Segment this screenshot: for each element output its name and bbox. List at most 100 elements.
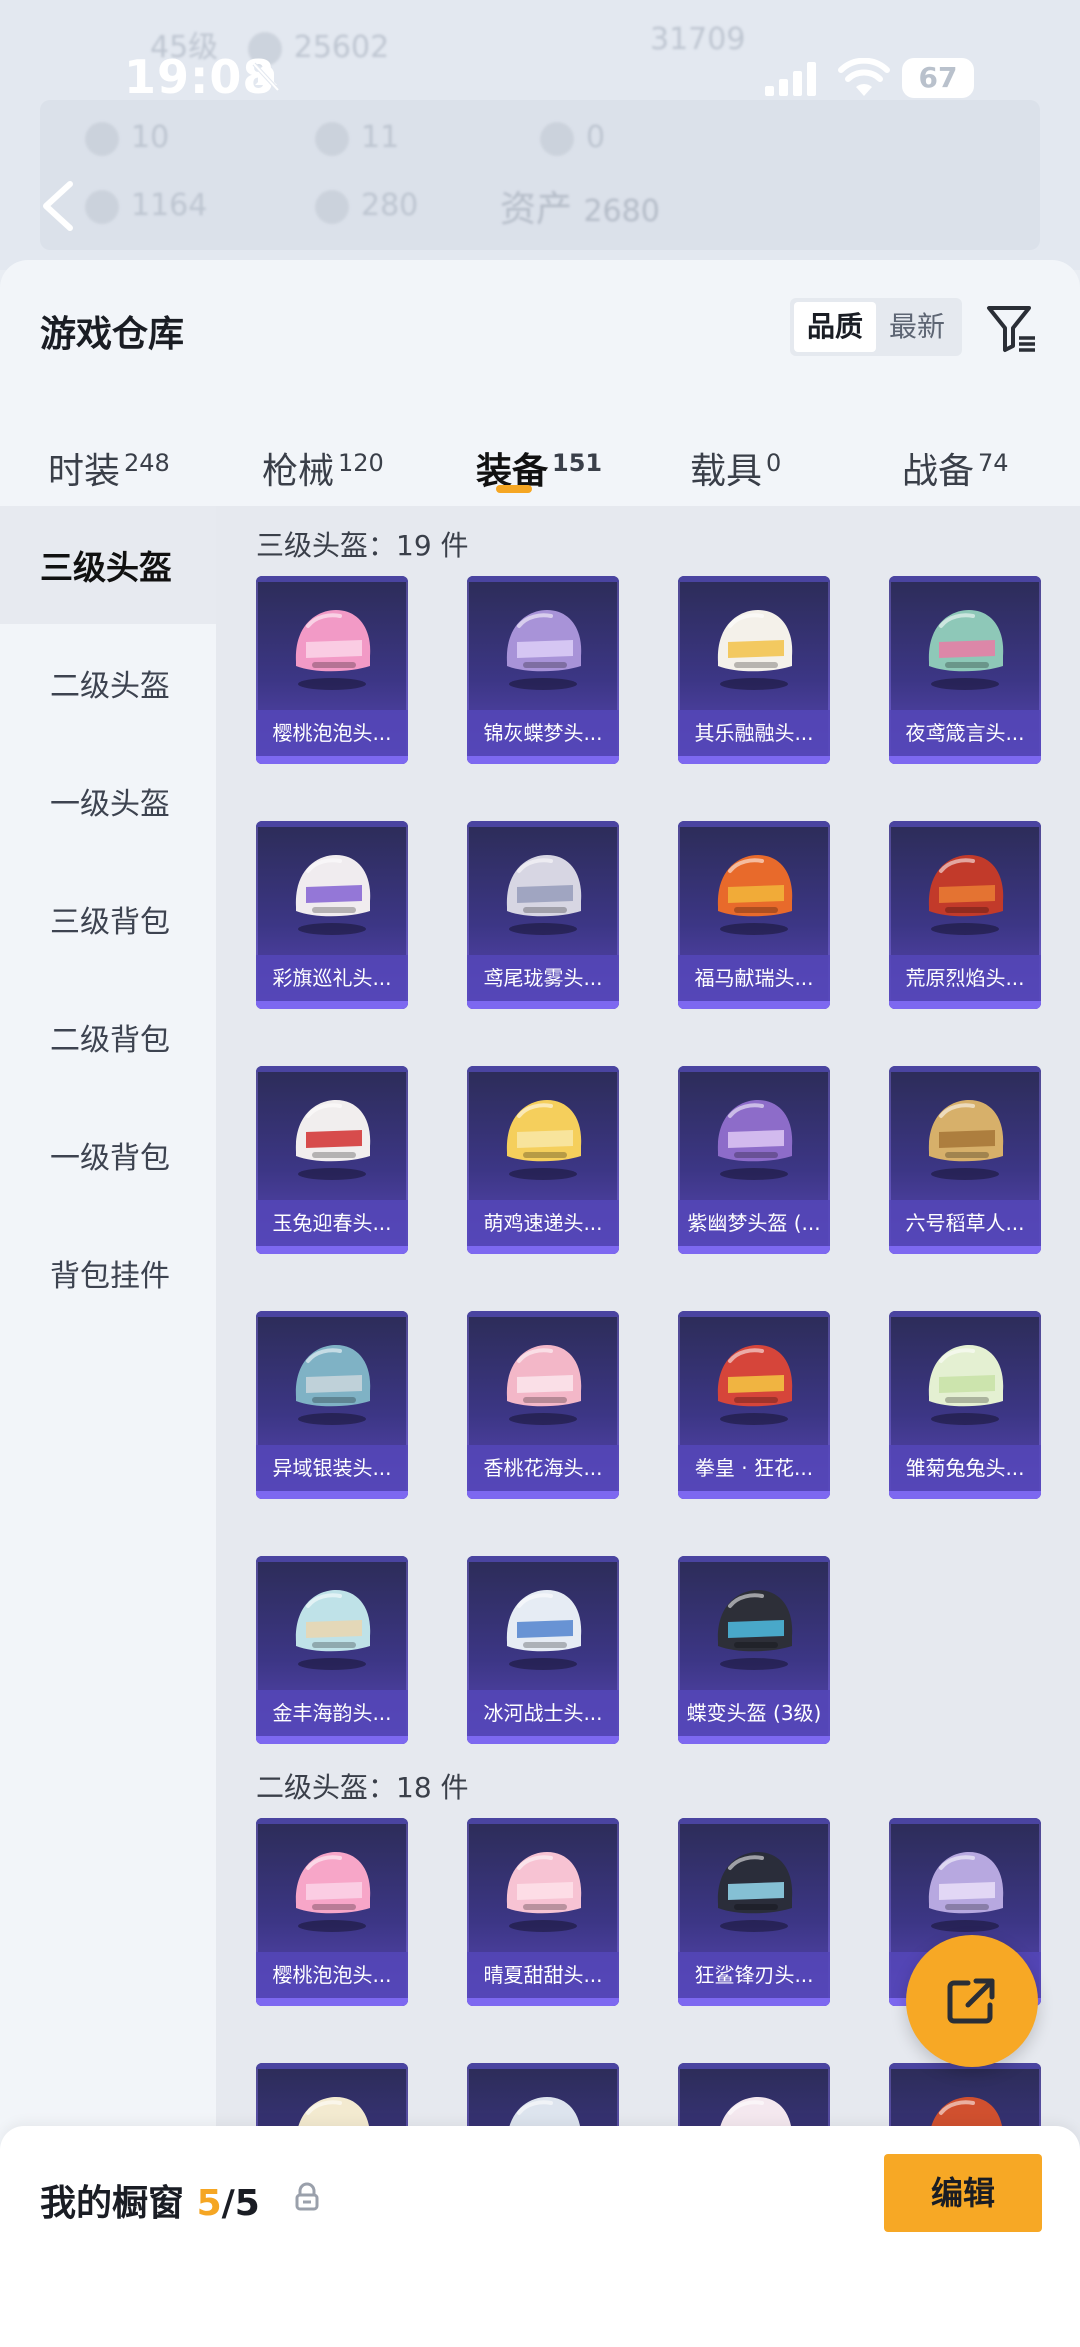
item-name: 晴夏甜甜头... bbox=[467, 1952, 619, 2006]
item-name: 冰河战士头... bbox=[467, 1690, 619, 1744]
stat-value: 1164 bbox=[131, 188, 208, 223]
mute-bell-icon bbox=[252, 62, 280, 92]
edit-button[interactable]: 编辑 bbox=[884, 2154, 1042, 2232]
showcase-total: /5 bbox=[221, 2183, 260, 2224]
sidebar-item-level1-backpack[interactable]: 一级背包 bbox=[0, 1096, 216, 1214]
coins-text: 25602 bbox=[293, 30, 390, 65]
item-card[interactable]: 晴夏甜甜头... bbox=[467, 1818, 619, 2006]
item-name: 鸢尾珑雾头... bbox=[467, 955, 619, 1009]
helmet-icon bbox=[928, 1345, 1004, 1425]
stat-icon bbox=[540, 121, 574, 156]
lock-icon bbox=[295, 2182, 319, 2211]
tab-count: 0 bbox=[766, 449, 782, 477]
sidebar-item-level2-backpack[interactable]: 二级背包 bbox=[0, 978, 216, 1096]
item-name: 福马献瑞头... bbox=[678, 955, 830, 1009]
item-card[interactable]: 冰河战士头... bbox=[467, 1556, 619, 1744]
showcase-bar: 我的橱窗 5/5 编辑 bbox=[0, 2126, 1080, 2347]
helmet-icon bbox=[717, 855, 793, 935]
stat-icon bbox=[315, 189, 349, 224]
helmet-icon bbox=[295, 855, 371, 935]
item-card[interactable]: 彩旗巡礼头... bbox=[256, 821, 408, 1009]
helmet-icon bbox=[506, 1590, 582, 1670]
sheet-title: 游戏仓库 bbox=[40, 314, 185, 355]
item-name: 彩旗巡礼头... bbox=[256, 955, 408, 1009]
item-card[interactable]: 锦灰蝶梦头... bbox=[467, 576, 619, 764]
item-card[interactable]: 其乐融融头... bbox=[678, 576, 830, 764]
item-grid-area: 三级头盔：19 件 樱桃泡泡头... 锦灰蝶梦头... 其乐融融头... 夜鸢箴言头.… bbox=[216, 506, 1080, 2347]
helmet-icon bbox=[295, 1345, 371, 1425]
tab-count: 248 bbox=[124, 449, 170, 477]
item-card[interactable]: 狂鲨锋刃头... bbox=[678, 1818, 830, 2006]
helmet-icon bbox=[717, 610, 793, 690]
item-card[interactable]: 夜鸢箴言头... bbox=[889, 576, 1041, 764]
sidebar-item-level3-helmet[interactable]: 三级头盔 bbox=[0, 506, 216, 624]
helmet-icon bbox=[717, 1345, 793, 1425]
battery-indicator: 67 bbox=[902, 58, 974, 98]
background-stat-5: 280 bbox=[315, 188, 418, 224]
item-card[interactable]: 香桃花海头... bbox=[467, 1311, 619, 1499]
item-card[interactable]: 紫幽梦头盔 (... bbox=[678, 1066, 830, 1254]
item-name: 樱桃泡泡头... bbox=[256, 710, 408, 764]
background-score: 31709 bbox=[650, 22, 746, 57]
sidebar-item-level2-helmet[interactable]: 二级头盔 bbox=[0, 624, 216, 742]
sort-option-quality[interactable]: 品质 bbox=[794, 302, 876, 352]
item-card[interactable]: 六号稻草人... bbox=[889, 1066, 1041, 1254]
subcategory-sidebar: 三级头盔 二级头盔 一级头盔 三级背包 二级背包 一级背包 背包挂件 bbox=[0, 506, 216, 2347]
background-assets: 资产 2680 bbox=[500, 180, 660, 232]
tab-label: 战备 bbox=[902, 451, 975, 492]
background-stat-3: 0 bbox=[540, 120, 605, 156]
background-stat-4: 1164 bbox=[85, 188, 207, 224]
item-name: 狂鲨锋刃头... bbox=[678, 1952, 830, 2006]
sidebar-item-level1-helmet[interactable]: 一级头盔 bbox=[0, 742, 216, 860]
item-name: 拳皇 · 狂花... bbox=[678, 1445, 830, 1499]
item-name: 玉兔迎春头... bbox=[256, 1200, 408, 1254]
item-name: 蝶变头盔 (3级) bbox=[678, 1690, 830, 1744]
item-card[interactable]: 鸢尾珑雾头... bbox=[467, 821, 619, 1009]
cellular-signal-icon bbox=[765, 62, 816, 96]
item-card[interactable]: 雏菊兔兔头... bbox=[889, 1311, 1041, 1499]
helmet-icon bbox=[506, 855, 582, 935]
sort-option-newest[interactable]: 最新 bbox=[876, 302, 958, 352]
wifi-icon bbox=[838, 58, 890, 96]
item-card[interactable]: 金丰海韵头... bbox=[256, 1556, 408, 1744]
sort-toggle: 品质 最新 bbox=[790, 298, 962, 356]
item-grid: 樱桃泡泡头... 锦灰蝶梦头... 其乐融融头... 夜鸢箴言头... 彩旗巡礼头...… bbox=[256, 576, 1056, 1776]
item-card[interactable]: 异域银装头... bbox=[256, 1311, 408, 1499]
sidebar-item-backpack-charm[interactable]: 背包挂件 bbox=[0, 1214, 216, 1332]
helmet-icon bbox=[506, 1345, 582, 1425]
item-card[interactable]: 福马献瑞头... bbox=[678, 821, 830, 1009]
stat-value: 280 bbox=[361, 188, 419, 223]
share-fab[interactable] bbox=[906, 1935, 1038, 2067]
helmet-icon bbox=[717, 1852, 793, 1932]
showcase-label: 我的橱窗 5/5 bbox=[40, 2174, 260, 2226]
item-card[interactable]: 玉兔迎春头... bbox=[256, 1066, 408, 1254]
item-card[interactable]: 蝶变头盔 (3级) bbox=[678, 1556, 830, 1744]
background-stat-2: 11 bbox=[315, 120, 399, 156]
item-card[interactable]: 樱桃泡泡头... bbox=[256, 1818, 408, 2006]
helmet-icon bbox=[506, 1100, 582, 1180]
item-card[interactable]: 拳皇 · 狂花... bbox=[678, 1311, 830, 1499]
helmet-icon bbox=[928, 1852, 1004, 1932]
item-name: 萌鸡速递头... bbox=[467, 1200, 619, 1254]
item-name: 香桃花海头... bbox=[467, 1445, 619, 1499]
item-card[interactable]: 萌鸡速递头... bbox=[467, 1066, 619, 1254]
sidebar-item-level3-backpack[interactable]: 三级背包 bbox=[0, 860, 216, 978]
item-name: 樱桃泡泡头... bbox=[256, 1952, 408, 2006]
stat-value: 10 bbox=[131, 120, 170, 155]
back-arrow-icon[interactable] bbox=[38, 178, 78, 234]
tab-label: 时装 bbox=[48, 451, 121, 492]
item-card[interactable]: 樱桃泡泡头... bbox=[256, 576, 408, 764]
background-stat-1: 10 bbox=[85, 120, 169, 156]
stat-icon bbox=[85, 189, 119, 224]
stat-value: 11 bbox=[361, 120, 400, 155]
stat-value: 0 bbox=[586, 120, 606, 155]
item-name: 紫幽梦头盔 (... bbox=[678, 1200, 830, 1254]
warehouse-sheet: 游戏仓库 品质 最新 时装 248 枪械 120 装备 151 载具 0 战备 74 三级… bbox=[0, 260, 1080, 2347]
item-card[interactable]: 荒原烈焰头... bbox=[889, 821, 1041, 1009]
filter-icon[interactable] bbox=[985, 302, 1039, 356]
section-title: 三级头盔：19 件 bbox=[256, 529, 469, 562]
showcase-title: 我的橱窗 bbox=[40, 2183, 185, 2224]
helmet-icon bbox=[295, 1590, 371, 1670]
tab-count: 74 bbox=[978, 449, 1009, 477]
item-name: 雏菊兔兔头... bbox=[889, 1445, 1041, 1499]
